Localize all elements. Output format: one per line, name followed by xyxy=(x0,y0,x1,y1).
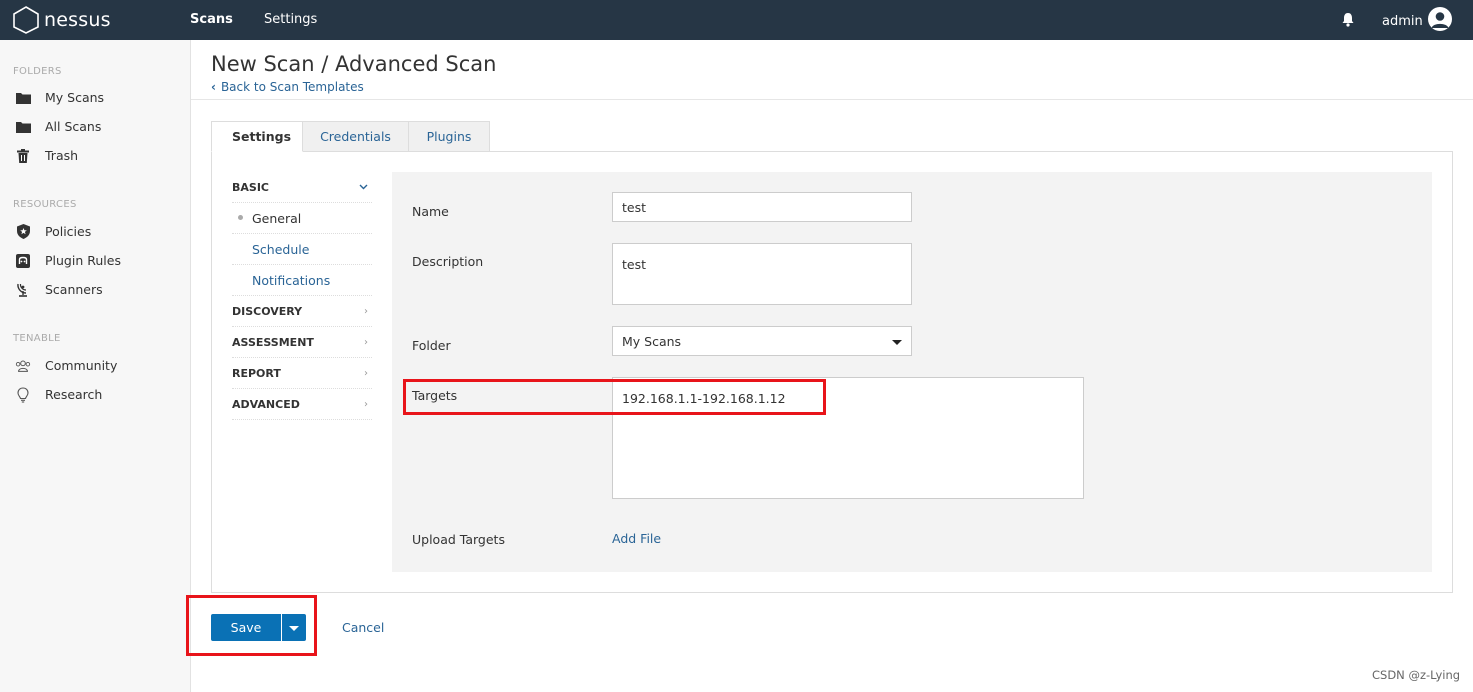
logo-text: nessus xyxy=(44,9,111,31)
tab-credentials[interactable]: Credentials xyxy=(302,121,409,152)
tab-plugins[interactable]: Plugins xyxy=(408,121,490,152)
folder-select-value: My Scans xyxy=(622,334,682,349)
settings-nav-label: ASSESSMENT xyxy=(232,335,314,349)
nav-settings[interactable]: Settings xyxy=(264,0,317,40)
header-divider xyxy=(191,99,1473,100)
back-link-label: Back to Scan Templates xyxy=(220,80,364,94)
trash-icon xyxy=(15,148,31,164)
sidebar-item-label: Policies xyxy=(45,224,92,239)
sidebar-item-label: Research xyxy=(45,387,103,402)
sidebar-item-all-scans[interactable]: All Scans xyxy=(0,112,190,141)
settings-nav-label: BASIC xyxy=(232,180,269,194)
upload-targets-label: Upload Targets xyxy=(412,532,505,547)
folder-icon xyxy=(15,119,31,135)
chevron-left-icon: ‹ xyxy=(211,80,216,94)
sidebar-item-label: Trash xyxy=(45,148,79,163)
hexagon-logo-icon xyxy=(13,6,39,34)
user-avatar-icon[interactable] xyxy=(1428,7,1452,31)
settings-nav-basic[interactable]: BASIC xyxy=(232,172,372,203)
sidebar-item-label: Community xyxy=(45,358,118,373)
sidebar-item-label: All Scans xyxy=(45,119,102,134)
chevron-right-icon: › xyxy=(364,337,368,348)
sidebar-item-scanners[interactable]: Scanners xyxy=(0,275,190,304)
folder-icon xyxy=(15,90,31,106)
settings-nav-notifications[interactable]: Notifications xyxy=(232,265,372,296)
sidebar-section-folders: FOLDERS xyxy=(13,66,62,77)
shield-star-icon xyxy=(15,224,31,240)
watermark: CSDN @z-Lying xyxy=(1372,668,1461,682)
settings-nav-label: DISCOVERY xyxy=(232,304,303,318)
settings-nav-advanced[interactable]: ADVANCED › xyxy=(232,389,372,420)
description-textarea[interactable]: test xyxy=(612,243,912,305)
plugin-rules-icon xyxy=(15,253,31,269)
name-label: Name xyxy=(412,204,449,219)
chevron-right-icon: › xyxy=(364,399,368,410)
lightbulb-icon xyxy=(15,386,31,403)
cancel-link[interactable]: Cancel xyxy=(342,620,384,635)
sidebar-item-research[interactable]: Research xyxy=(0,380,190,409)
sidebar-section-tenable: TENABLE xyxy=(13,333,61,344)
chevron-right-icon: › xyxy=(364,306,368,317)
sidebar-item-label: My Scans xyxy=(45,90,105,105)
nessus-logo[interactable]: nessus xyxy=(13,6,111,34)
save-dropdown-button[interactable] xyxy=(282,614,306,641)
folder-select[interactable]: My Scans xyxy=(612,326,912,356)
chevron-down-icon xyxy=(359,182,368,193)
add-file-link[interactable]: Add File xyxy=(612,531,661,546)
sidebar-item-label: Plugin Rules xyxy=(45,253,121,268)
settings-nav-schedule[interactable]: Schedule xyxy=(232,234,372,265)
settings-nav-assessment[interactable]: ASSESSMENT › xyxy=(232,327,372,358)
sidebar-item-plugin-rules[interactable]: Plugin Rules xyxy=(0,246,190,275)
tab-settings[interactable]: Settings xyxy=(211,121,303,152)
back-to-templates-link[interactable]: ‹ Back to Scan Templates xyxy=(211,80,364,94)
description-label: Description xyxy=(412,254,484,269)
settings-nav-discovery[interactable]: DISCOVERY › xyxy=(232,296,372,327)
bell-icon[interactable] xyxy=(1341,12,1355,31)
form-area xyxy=(392,172,1432,572)
sidebar-item-my-scans[interactable]: My Scans xyxy=(0,83,190,112)
sidebar-item-trash[interactable]: Trash xyxy=(0,141,190,170)
chevron-right-icon: › xyxy=(364,368,368,379)
folder-label: Folder xyxy=(412,338,451,353)
sidebar-item-label: Scanners xyxy=(45,282,103,297)
save-button[interactable]: Save xyxy=(211,614,281,641)
current-dot-icon xyxy=(238,215,243,220)
community-icon xyxy=(15,358,31,374)
sidebar-item-community[interactable]: Community xyxy=(0,351,190,380)
user-name[interactable]: admin xyxy=(1382,0,1423,44)
scanner-icon xyxy=(15,282,31,298)
targets-label: Targets xyxy=(412,388,458,403)
tab-bar: Settings Credentials Plugins xyxy=(211,121,490,152)
settings-nav-sub-label: General xyxy=(252,210,302,226)
sidebar-item-policies[interactable]: Policies xyxy=(0,217,190,246)
targets-textarea[interactable]: 192.168.1.1-192.168.1.12 xyxy=(612,377,1084,499)
page-title: New Scan / Advanced Scan xyxy=(211,52,497,76)
name-input[interactable]: test xyxy=(612,192,912,222)
settings-nav-label: REPORT xyxy=(232,366,281,380)
settings-nav-report[interactable]: REPORT › xyxy=(232,358,372,389)
top-bar: nessus Scans Settings admin xyxy=(0,0,1473,40)
caret-down-icon xyxy=(289,626,299,631)
sidebar-section-resources: RESOURCES xyxy=(13,199,77,210)
caret-down-icon xyxy=(892,340,902,345)
nav-scans[interactable]: Scans xyxy=(190,0,233,40)
settings-nav-label: ADVANCED xyxy=(232,397,300,411)
settings-nav-general[interactable]: General xyxy=(232,203,372,234)
